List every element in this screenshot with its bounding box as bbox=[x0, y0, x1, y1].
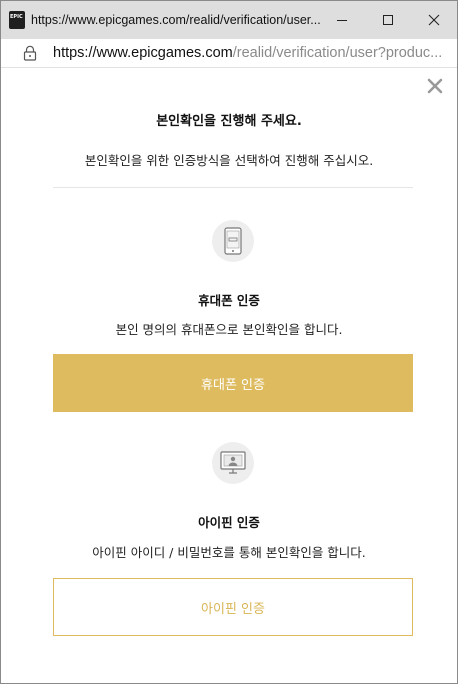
maximize-button[interactable] bbox=[365, 1, 411, 39]
minimize-button[interactable] bbox=[319, 1, 365, 39]
phone-icon bbox=[212, 220, 254, 262]
verification-dialog: 본인확인을 진행해 주세요. 본인확인을 위한 인증방식을 선택하여 진행해 주… bbox=[1, 68, 457, 683]
divider bbox=[53, 187, 413, 188]
epic-games-icon bbox=[9, 11, 25, 29]
window-close-button[interactable] bbox=[411, 1, 457, 39]
ipin-option-description: 아이핀 아이디 / 비밀번호를 통해 본인확인을 합니다. bbox=[92, 545, 366, 560]
monitor-user-icon bbox=[212, 442, 254, 484]
url-path: /realid/verification/user?produc... bbox=[232, 45, 443, 61]
dialog-subheading: 본인확인을 위한 인증방식을 선택하여 진행해 주십시오. bbox=[84, 153, 374, 168]
phone-option-description: 본인 명의의 휴대폰으로 본인확인을 합니다. bbox=[115, 322, 343, 337]
phone-option-title: 휴대폰 인증 bbox=[198, 293, 260, 308]
maximize-icon bbox=[383, 15, 393, 25]
title-bar: https://www.epicgames.com/realid/verific… bbox=[1, 1, 457, 39]
address-bar: https://www.epicgames.com/realid/verific… bbox=[1, 39, 457, 68]
url-host: https://www.epicgames.com bbox=[53, 45, 233, 61]
popup-window: https://www.epicgames.com/realid/verific… bbox=[0, 0, 458, 684]
ipin-verify-button[interactable]: 아이핀 인증 bbox=[53, 578, 413, 636]
window-title: https://www.epicgames.com/realid/verific… bbox=[31, 13, 321, 27]
window-close-icon bbox=[428, 14, 440, 26]
lock-icon bbox=[23, 45, 37, 61]
dialog-heading: 본인확인을 진행해 주세요. bbox=[156, 114, 302, 129]
phone-verify-button[interactable]: 휴대폰 인증 bbox=[53, 354, 413, 412]
minimize-icon bbox=[337, 20, 347, 21]
url-text[interactable]: https://www.epicgames.com/realid/verific… bbox=[53, 45, 443, 61]
close-icon[interactable] bbox=[427, 78, 443, 94]
ipin-option-title: 아이핀 인증 bbox=[198, 515, 260, 530]
window-controls bbox=[319, 1, 457, 39]
